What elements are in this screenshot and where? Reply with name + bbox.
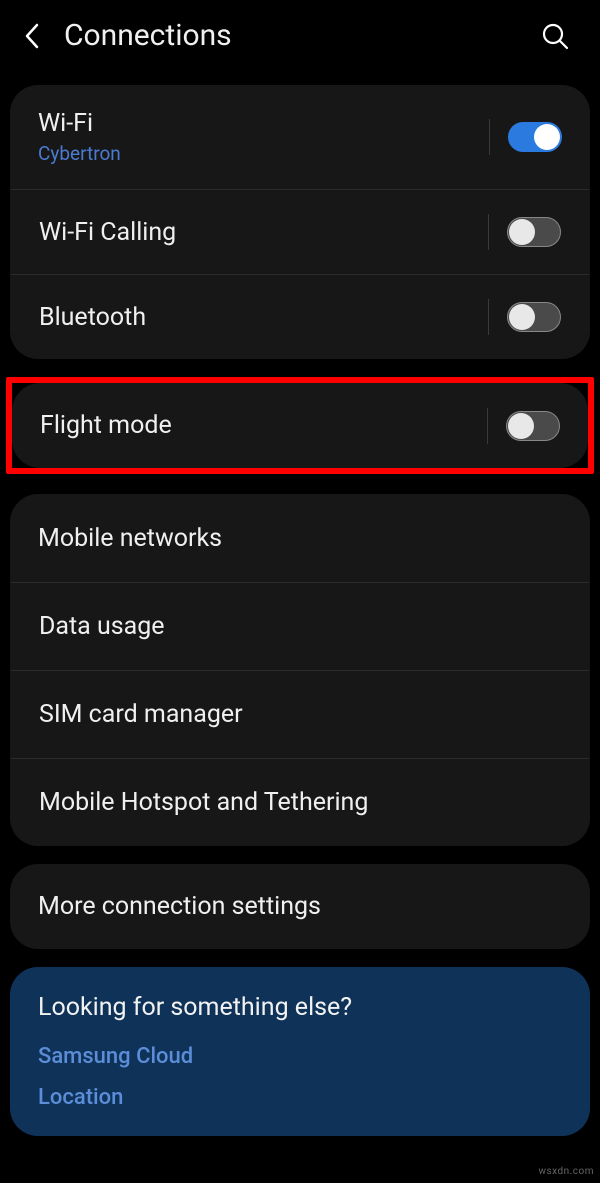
watermark: wsxdn.com: [538, 1166, 594, 1177]
more-label: More connection settings: [38, 892, 562, 921]
wifi-calling-label: Wi-Fi Calling: [39, 218, 488, 247]
header: Connections: [0, 0, 600, 75]
card-suggestions: Looking for something else? Samsung Clou…: [10, 967, 590, 1136]
link-location[interactable]: Location: [38, 1085, 562, 1110]
divider: [487, 408, 488, 444]
card-network-group: Mobile networks Data usage SIM card mana…: [10, 494, 590, 846]
row-flight-mode[interactable]: Flight mode: [12, 383, 588, 468]
row-wifi-calling[interactable]: Wi-Fi Calling: [11, 189, 589, 274]
divider: [488, 299, 489, 335]
row-mobile-hotspot[interactable]: Mobile Hotspot and Tethering: [11, 758, 589, 846]
row-wifi[interactable]: Wi-Fi Cybertron: [10, 85, 590, 189]
bluetooth-label: Bluetooth: [39, 303, 488, 332]
row-sim-card-manager[interactable]: SIM card manager: [11, 670, 589, 758]
divider: [489, 119, 490, 155]
search-icon[interactable]: [540, 21, 570, 51]
hotspot-label: Mobile Hotspot and Tethering: [39, 788, 561, 817]
flight-toggle[interactable]: [506, 411, 560, 441]
wifi-label: Wi-Fi: [38, 109, 489, 138]
wifi-toggle[interactable]: [508, 122, 562, 152]
divider: [488, 214, 489, 250]
row-more-connection-settings[interactable]: More connection settings: [10, 864, 590, 949]
wifi-sublabel: Cybertron: [38, 142, 489, 165]
mobile-networks-label: Mobile networks: [38, 524, 562, 553]
highlight-flight-mode: Flight mode: [6, 377, 594, 474]
row-data-usage[interactable]: Data usage: [11, 582, 589, 670]
data-usage-label: Data usage: [39, 612, 561, 641]
row-bluetooth[interactable]: Bluetooth: [11, 274, 589, 359]
suggest-title: Looking for something else?: [38, 993, 562, 1022]
sim-card-manager-label: SIM card manager: [39, 700, 561, 729]
flight-label: Flight mode: [40, 411, 487, 440]
wifi-calling-toggle[interactable]: [507, 217, 561, 247]
card-flight: Flight mode: [12, 383, 588, 468]
card-wifi-group: Wi-Fi Cybertron Wi-Fi Calling Bluetooth: [10, 85, 590, 359]
bluetooth-toggle[interactable]: [507, 302, 561, 332]
link-samsung-cloud[interactable]: Samsung Cloud: [38, 1044, 562, 1069]
card-more: More connection settings: [10, 864, 590, 949]
row-mobile-networks[interactable]: Mobile networks: [10, 494, 590, 582]
back-icon[interactable]: [22, 21, 42, 51]
page-title: Connections: [64, 18, 518, 53]
